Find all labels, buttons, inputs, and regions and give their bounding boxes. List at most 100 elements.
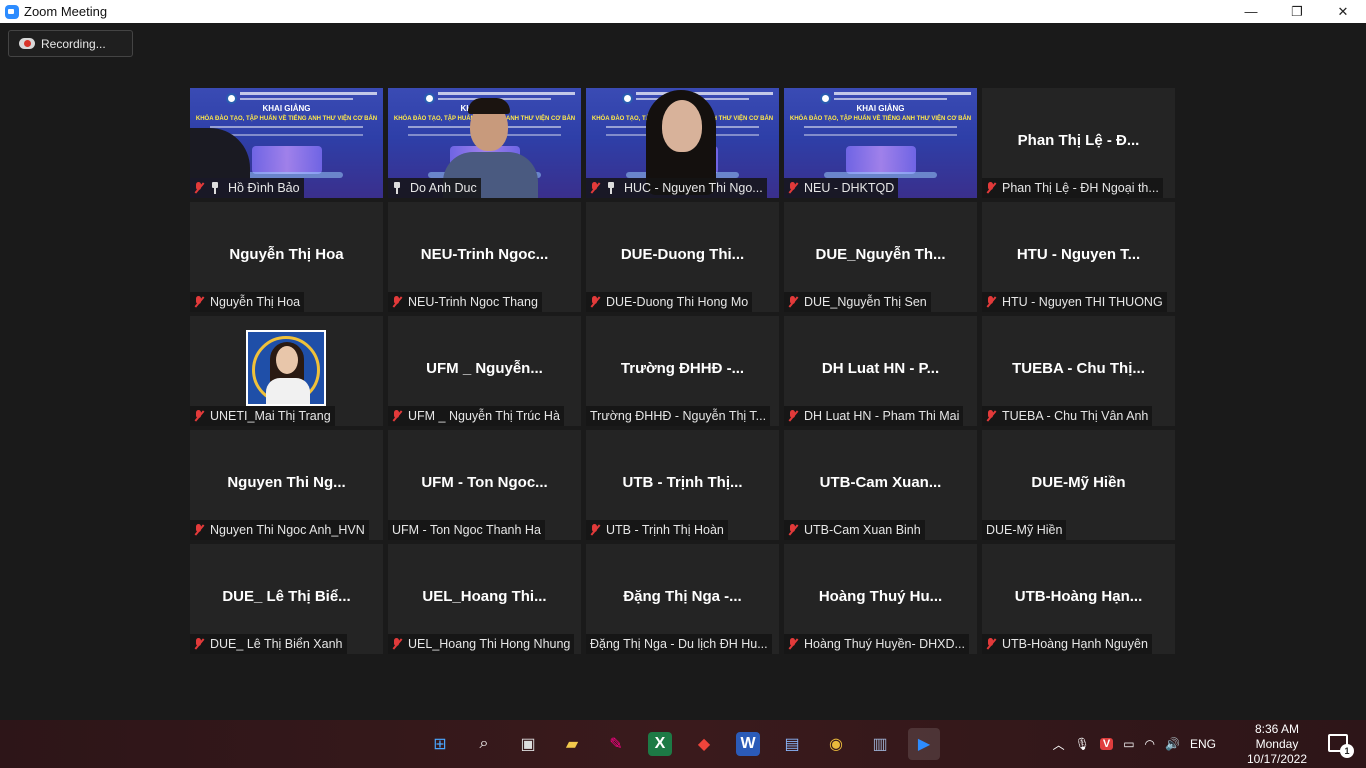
participant-name: NEU-Trinh Ngoc Thang bbox=[408, 295, 538, 309]
minimize-button[interactable]: — bbox=[1228, 0, 1274, 23]
remote-desktop-icon[interactable]: ▤ bbox=[776, 728, 808, 760]
participant-display-name: Nguyễn Thị Hoa bbox=[229, 246, 344, 263]
zoom-icon[interactable]: ▶ bbox=[908, 728, 940, 760]
participant-tile[interactable]: Nguyen Thi Ng... Nguyen Thi Ngoc Anh_HVN bbox=[190, 430, 383, 540]
window-title: Zoom Meeting bbox=[24, 4, 108, 19]
participant-name: DUE_Nguyễn Thị Sen bbox=[804, 295, 927, 309]
participant-tile[interactable]: DUE-Mỹ Hiền DUE-Mỹ Hiền bbox=[982, 430, 1175, 540]
microphone-icon[interactable]: 🎙 bbox=[1075, 737, 1090, 751]
file-explorer-icon[interactable]: ▰ bbox=[556, 728, 588, 760]
participant-tile[interactable]: KHAI GIẢNGKHÓA ĐÀO TẠO, TẬP HUẤN VỀ TIẾN… bbox=[586, 88, 779, 198]
participant-tile[interactable]: DH Luat HN - P... DH Luat HN - Pham Thi M… bbox=[784, 316, 977, 426]
participant-tile[interactable]: Đặng Thị Nga -... Đặng Thị Nga - Du lịch … bbox=[586, 544, 779, 654]
participant-tile[interactable]: UEL_Hoang Thi... UEL_Hoang Thi Hong Nhung bbox=[388, 544, 581, 654]
participant-name: UTB-Cam Xuan Binh bbox=[804, 523, 921, 537]
participant-tile[interactable]: KHAI GIẢNGKHÓA ĐÀO TẠO, TẬP HUẤN VỀ TIẾN… bbox=[190, 88, 383, 198]
participant-name-label: DUE-Mỹ Hiền bbox=[982, 520, 1067, 540]
participant-tile[interactable]: NEU-Trinh Ngoc... NEU-Trinh Ngoc Thang bbox=[388, 202, 581, 312]
volume-icon[interactable]: 🔊 bbox=[1165, 737, 1180, 751]
participant-tile[interactable]: UTB-Hoàng Hạn... UTB-Hoàng Hạnh Nguyên bbox=[982, 544, 1175, 654]
participant-name-label: NEU - DHKTQD bbox=[784, 178, 899, 198]
university-logo-icon bbox=[622, 93, 633, 104]
participant-display-name: DUE-Duong Thi... bbox=[620, 246, 745, 263]
participant-tile[interactable]: DUE_Nguyễn Th... DUE_Nguyễn Thị Sen bbox=[784, 202, 977, 312]
participant-name-label: HTU - Nguyen THI THUONG bbox=[982, 292, 1167, 312]
word-icon[interactable]: W bbox=[736, 732, 760, 756]
muted-microphone-icon bbox=[392, 638, 402, 650]
participant-name: DUE-Mỹ Hiền bbox=[986, 523, 1063, 537]
participant-tile[interactable]: UTB-Cam Xuan... UTB-Cam Xuan Binh bbox=[784, 430, 977, 540]
participant-tile[interactable]: KHAI GIẢNGKHÓA ĐÀO TẠO, TẬP HUẤN VỀ TIẾN… bbox=[388, 88, 581, 198]
banner-header-line bbox=[834, 92, 971, 95]
participant-display-name: UFM _ Nguyễn... bbox=[426, 360, 543, 377]
clock[interactable]: 8:36 AM Monday 10/17/2022 bbox=[1242, 722, 1312, 767]
participant-name: Hồ Đình Bảo bbox=[228, 181, 300, 195]
participant-name-label: Trường ĐHHĐ - Nguyễn Thị T... bbox=[586, 406, 771, 426]
laptop-graphic bbox=[846, 146, 916, 174]
clock-day: Monday bbox=[1255, 737, 1299, 751]
participant-tile[interactable]: Phan Thị Lệ - Đ... Phan Thị Lệ - ĐH Ngoại… bbox=[982, 88, 1175, 198]
participant-hair bbox=[468, 98, 510, 114]
muted-microphone-icon bbox=[392, 296, 402, 308]
participant-name-label: TUEBA - Chu Thị Vân Anh bbox=[982, 406, 1153, 426]
participant-display-name: DH Luat HN - P... bbox=[821, 360, 940, 377]
banner-subheading: KHÓA ĐÀO TẠO, TẬP HUẤN VỀ TIẾNG ANH THƯ … bbox=[789, 116, 972, 122]
search-icon[interactable]: ⌕ bbox=[468, 728, 500, 760]
avatar-face bbox=[276, 346, 298, 374]
participant-tile[interactable]: UFM - Ton Ngoc... UFM - Ton Ngoc Thanh Ha bbox=[388, 430, 581, 540]
participant-name-label: UNETI_Mai Thị Trang bbox=[190, 406, 335, 426]
participant-tile[interactable]: DUE_ Lê Thị Biể... DUE_ Lê Thị Biển Xanh bbox=[190, 544, 383, 654]
muted-microphone-icon bbox=[986, 296, 996, 308]
participant-tile[interactable]: UTB - Trịnh Thị... UTB - Trịnh Thị Hoàn bbox=[586, 430, 779, 540]
battery-icon[interactable]: ▭ bbox=[1123, 737, 1134, 751]
chrome-icon[interactable]: ◉ bbox=[820, 728, 852, 760]
recording-indicator[interactable]: Recording... bbox=[8, 30, 133, 57]
language-indicator[interactable]: ENG bbox=[1190, 737, 1216, 751]
participant-tile[interactable]: KHAI GIẢNGKHÓA ĐÀO TẠO, TẬP HUẤN VỀ TIẾN… bbox=[784, 88, 977, 198]
chevron-up-icon[interactable]: ︿ bbox=[1053, 736, 1065, 753]
banner-text-lines bbox=[804, 126, 957, 136]
restore-button[interactable]: ❐ bbox=[1274, 0, 1320, 23]
vivaldi-icon[interactable]: V bbox=[1099, 738, 1114, 750]
participant-tile[interactable]: Nguyễn Thị Hoa Nguyễn Thị Hoa bbox=[190, 202, 383, 312]
participant-display-name: Trường ĐHHĐ -... bbox=[620, 360, 745, 377]
participant-name-label: DUE_Nguyễn Thị Sen bbox=[784, 292, 931, 312]
muted-microphone-icon bbox=[194, 410, 204, 422]
muted-microphone-icon bbox=[788, 638, 798, 650]
system-tray: ︿ 🎙 V ▭ ◠ 🔊 ENG bbox=[1053, 720, 1216, 768]
university-logo-icon bbox=[820, 93, 831, 104]
participant-tile[interactable]: UNETI_Mai Thị Trang bbox=[190, 316, 383, 426]
participant-display-name: TUEBA - Chu Thị... bbox=[1012, 360, 1145, 377]
excel-icon[interactable]: X bbox=[648, 732, 672, 756]
participant-name-label: Đặng Thị Nga - Du lịch ĐH Hu... bbox=[586, 634, 772, 654]
zoom-app-icon bbox=[5, 4, 19, 19]
participant-tile[interactable]: UFM _ Nguyễn... UFM _ Nguyễn Thị Trúc Hà bbox=[388, 316, 581, 426]
title-bar: Zoom Meeting — ❐ ✕ bbox=[0, 0, 1366, 23]
windows-start-icon[interactable]: ⊞ bbox=[424, 728, 456, 760]
participant-name: Phan Thị Lệ - ĐH Ngoại th... bbox=[1002, 181, 1159, 195]
windows-taskbar: ⊞ ⌕ ▣ ▰ ✎ X ◆ W ▤ ◉ ▥ ▶ ︿ 🎙 V ▭ ◠ 🔊 ENG 8:36 AM Mon… bbox=[0, 720, 1366, 768]
participant-tile[interactable]: TUEBA - Chu Thị... TUEBA - Chu Thị Vân An… bbox=[982, 316, 1175, 426]
close-button[interactable]: ✕ bbox=[1320, 0, 1366, 23]
participant-name: Đặng Thị Nga - Du lịch ĐH Hu... bbox=[590, 637, 768, 651]
university-logo-icon bbox=[424, 93, 435, 104]
participant-tile[interactable]: HTU - Nguyen T... HTU - Nguyen THI THUONG bbox=[982, 202, 1175, 312]
wifi-icon[interactable]: ◠ bbox=[1145, 737, 1155, 751]
participant-name: UFM _ Nguyễn Thị Trúc Hà bbox=[408, 409, 560, 423]
participant-name-label: Nguyen Thi Ngoc Anh_HVN bbox=[190, 520, 369, 540]
taskbar-apps: ⊞ ⌕ ▣ ▰ ✎ X ◆ W ▤ ◉ ▥ ▶ bbox=[424, 728, 940, 760]
anydesk-icon[interactable]: ◆ bbox=[688, 728, 720, 760]
banner-header-line bbox=[240, 98, 353, 100]
participant-tile[interactable]: DUE-Duong Thi... DUE-Duong Thi Hong Mo bbox=[586, 202, 779, 312]
participant-name-label: NEU-Trinh Ngoc Thang bbox=[388, 292, 542, 312]
laptop-graphic bbox=[252, 146, 322, 174]
network-tool-icon[interactable]: ▥ bbox=[864, 728, 896, 760]
muted-microphone-icon bbox=[590, 182, 600, 194]
participant-tile[interactable]: Hoàng Thuý Hu... Hoàng Thuý Huyền- DHXD..… bbox=[784, 544, 977, 654]
clock-time: 8:36 AM bbox=[1254, 722, 1300, 736]
paint-icon[interactable]: ✎ bbox=[600, 728, 632, 760]
muted-microphone-icon bbox=[986, 410, 996, 422]
participant-name-label: HUC - Nguyen Thi Ngo... bbox=[586, 178, 767, 198]
task-view-icon[interactable]: ▣ bbox=[512, 728, 544, 760]
participant-tile[interactable]: Trường ĐHHĐ -... Trường ĐHHĐ - Nguyễn Thị… bbox=[586, 316, 779, 426]
